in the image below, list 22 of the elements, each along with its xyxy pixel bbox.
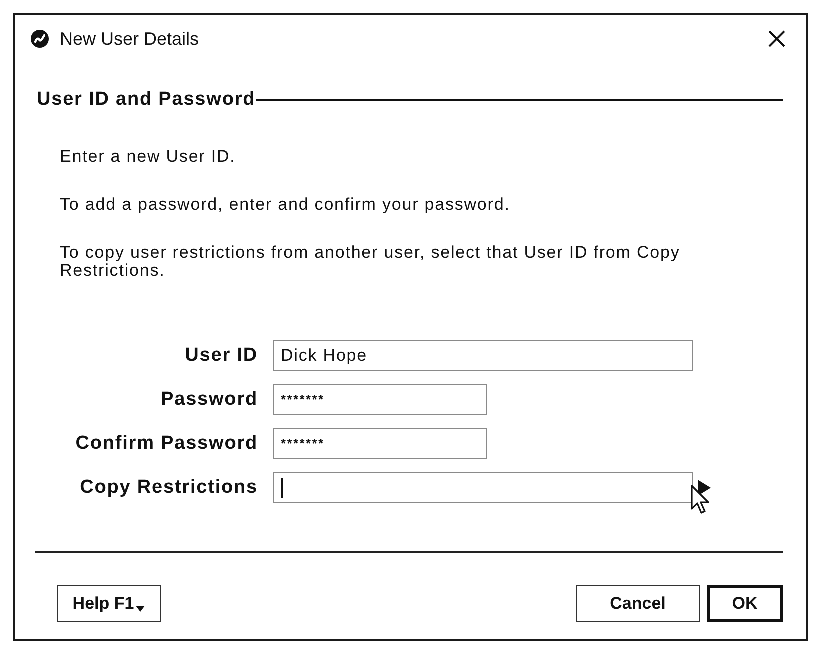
- dialog-button[interactable]: OK: [707, 585, 783, 622]
- triangle-arrow-icon[interactable]: [698, 480, 711, 496]
- field-label: Confirm Password: [76, 432, 258, 454]
- password-field[interactable]: *******: [273, 384, 487, 415]
- dropdown-field[interactable]: [273, 472, 693, 503]
- field-label: Copy Restrictions: [80, 476, 258, 498]
- text-field[interactable]: Dick Hope: [273, 340, 693, 371]
- text-caret-icon: [281, 478, 283, 498]
- password-field[interactable]: *******: [273, 428, 487, 459]
- section-title: User ID and Password: [37, 89, 256, 111]
- instruction-text: To copy user restrictions from another user, select that User ID from Copy Restrictions.: [60, 244, 682, 280]
- mouse-pointer-icon: [691, 485, 711, 517]
- caret-icon: [136, 606, 146, 612]
- field-label: Password: [161, 388, 258, 410]
- close-button[interactable]: [766, 28, 788, 50]
- instruction-text: Enter a new User ID.: [60, 148, 237, 166]
- instruction-text: To add a password, enter and confirm your password.: [60, 196, 512, 214]
- field-label: User ID: [185, 344, 258, 366]
- window-title: New User Details: [60, 28, 200, 50]
- dialog-button[interactable]: Cancel: [576, 585, 700, 622]
- help-menu-button[interactable]: Help F1: [57, 585, 161, 622]
- app-logo-icon: [31, 30, 49, 48]
